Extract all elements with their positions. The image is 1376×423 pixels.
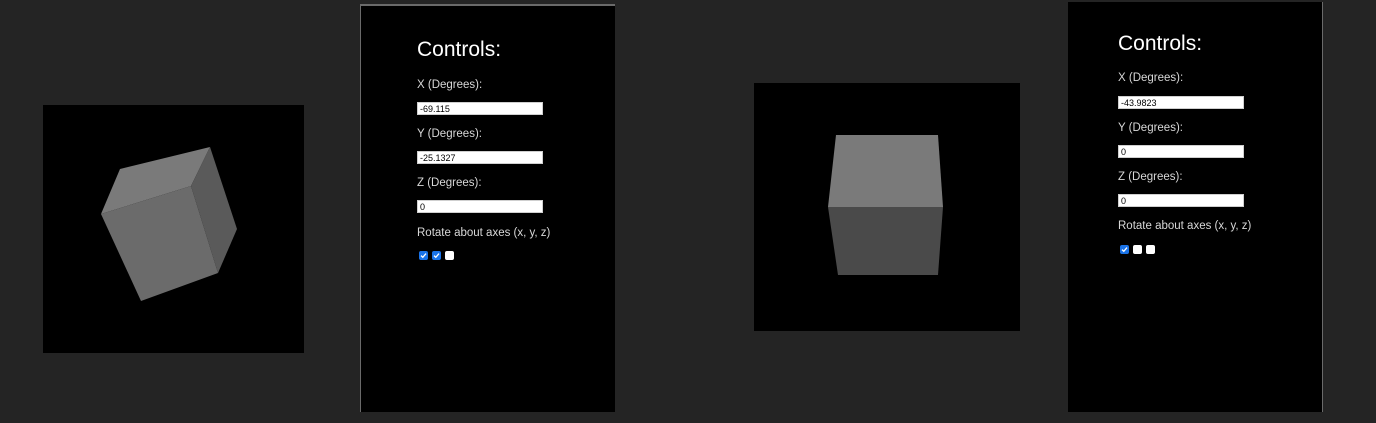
cube-bottom-face	[828, 207, 943, 275]
controls-panel-1: Controls: X (Degrees): Y (Degrees): Z (D…	[360, 4, 615, 412]
z-degrees-input[interactable]	[417, 200, 543, 213]
cube-render-1	[101, 147, 237, 301]
rotate-axes-label: Rotate about axes (x, y, z)	[417, 227, 551, 239]
z-degrees-label: Z (Degrees):	[417, 177, 482, 189]
cube-top-face	[828, 135, 943, 207]
x-degrees-input[interactable]	[1118, 96, 1244, 109]
partially-visible-heading	[760, 0, 960, 2]
controls-panel-2: Controls: X (Degrees): Y (Degrees): Z (D…	[1068, 2, 1323, 412]
rotate-y-checkbox[interactable]	[432, 251, 441, 260]
checkmark-icon	[433, 253, 440, 259]
cube-viewport-2[interactable]	[754, 83, 1020, 331]
rotate-z-checkbox[interactable]	[1146, 245, 1155, 254]
cube-render-2	[828, 135, 943, 275]
rotate-y-checkbox[interactable]	[1133, 245, 1142, 254]
z-degrees-input[interactable]	[1118, 194, 1244, 207]
checkmark-icon	[1121, 247, 1128, 253]
cube-viewport-1[interactable]	[43, 105, 304, 353]
axis-checkboxes	[419, 251, 454, 261]
y-degrees-label: Y (Degrees):	[417, 128, 482, 140]
x-degrees-input[interactable]	[417, 102, 543, 115]
controls-title: Controls:	[1118, 32, 1203, 55]
page: Controls: X (Degrees): Y (Degrees): Z (D…	[0, 0, 1376, 423]
y-degrees-input[interactable]	[1118, 145, 1244, 158]
cut-off-heading-glyphs	[760, 0, 960, 2]
controls-title: Controls:	[417, 38, 502, 61]
z-degrees-label: Z (Degrees):	[1118, 171, 1183, 183]
axis-checkboxes	[1120, 245, 1155, 255]
rotate-axes-label: Rotate about axes (x, y, z)	[1118, 220, 1252, 232]
x-degrees-label: X (Degrees):	[417, 79, 483, 91]
y-degrees-input[interactable]	[417, 151, 543, 164]
rotate-z-checkbox[interactable]	[445, 251, 454, 260]
y-degrees-label: Y (Degrees):	[1118, 122, 1183, 134]
checkmark-icon	[420, 253, 427, 259]
rotate-x-checkbox[interactable]	[1120, 245, 1129, 254]
rotate-x-checkbox[interactable]	[419, 251, 428, 260]
x-degrees-label: X (Degrees):	[1118, 72, 1184, 84]
